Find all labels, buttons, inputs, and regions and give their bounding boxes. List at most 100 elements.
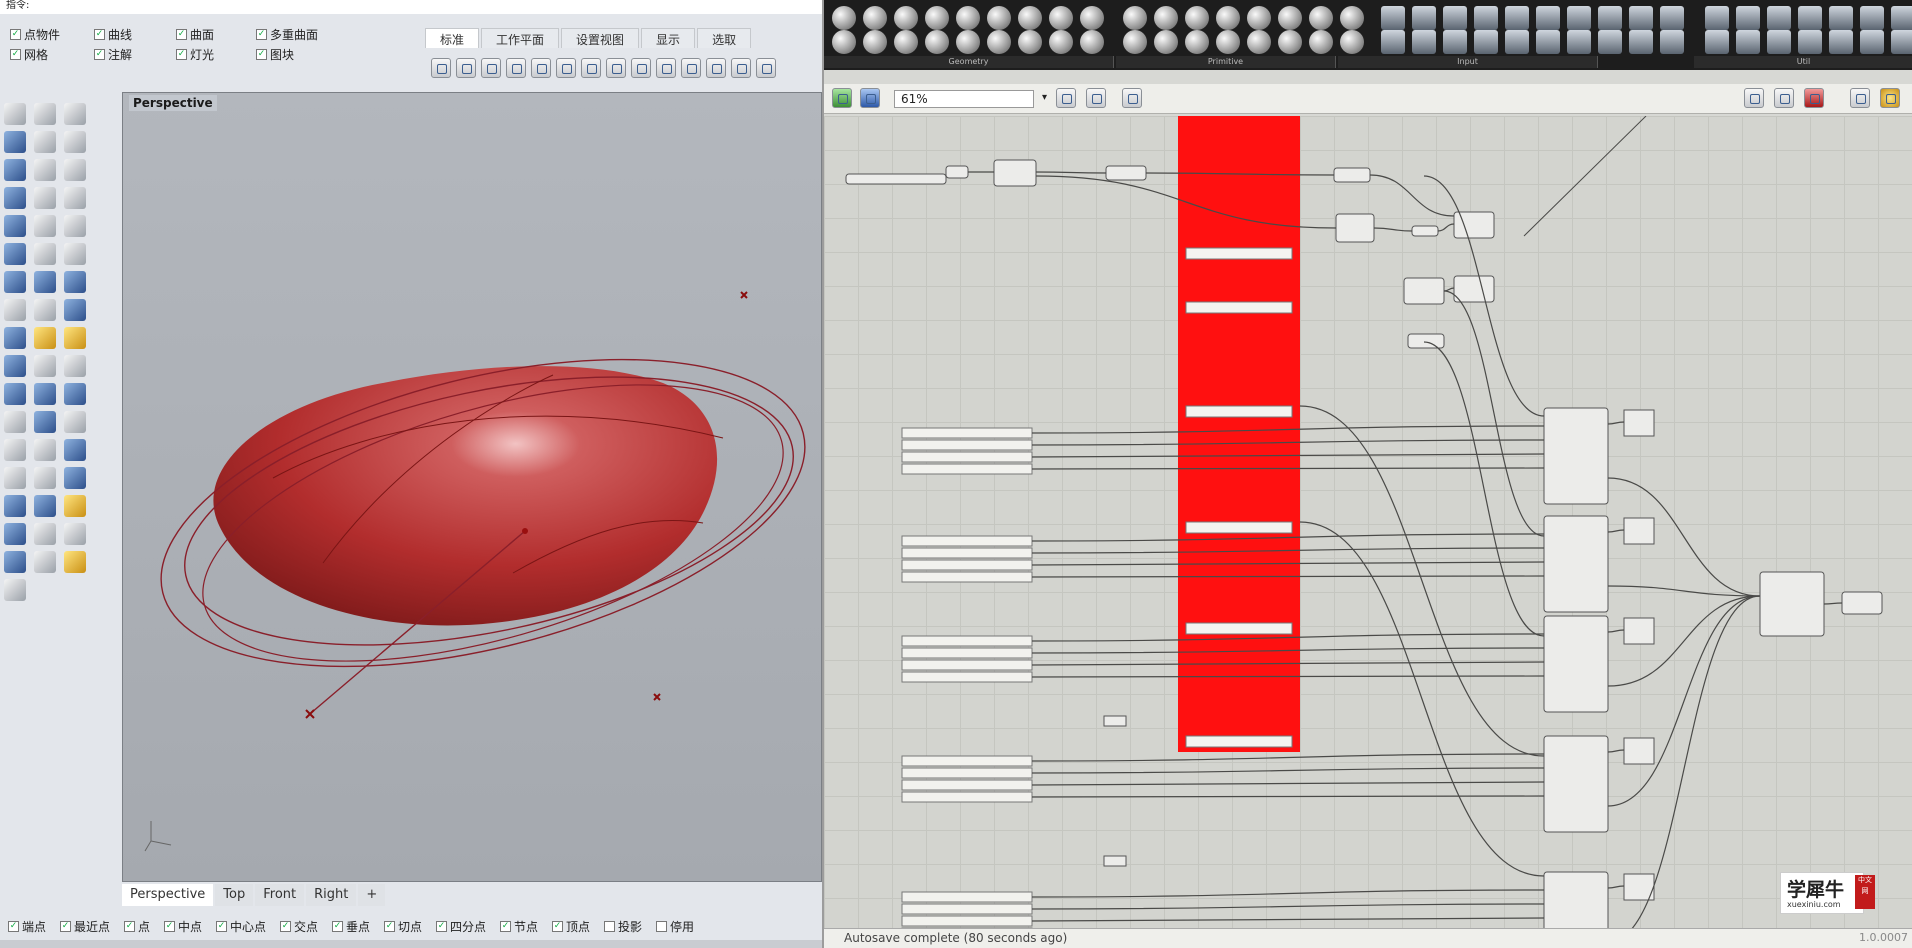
ribbon-component-icon[interactable] [1798,6,1822,30]
number-slider[interactable] [901,559,1033,571]
ribbon-component-icon[interactable] [1049,6,1073,30]
measure-icon[interactable] [64,495,86,517]
ribbon-component-icon[interactable] [925,6,949,30]
add-viewport-tab-icon[interactable]: + [358,884,386,906]
osnap-checkbox[interactable]: ✓ 四分点 [436,918,486,935]
sketch-brush-icon[interactable] [1122,88,1142,108]
ribbon-component-icon[interactable] [832,30,856,54]
dim-icon[interactable] [34,383,56,405]
ribbon-component-icon[interactable] [1412,30,1436,54]
tab-standard[interactable]: 标准 [425,28,480,48]
circle-center-icon[interactable] [64,159,86,181]
polygon-icon[interactable] [34,215,56,237]
circle-icon[interactable] [34,159,56,181]
ribbon-component-icon[interactable] [1629,30,1653,54]
box-component[interactable] [1543,515,1609,613]
value-panel[interactable] [1185,735,1293,748]
tab-display[interactable]: 显示 [641,28,696,48]
rebuild-icon[interactable] [64,439,86,461]
osnap-checkbox[interactable]: ✓ 中心点 [216,918,266,935]
box-component[interactable] [1543,735,1609,833]
box-component[interactable] [1543,615,1609,713]
value-panel[interactable] [1185,405,1293,418]
tab-perspective[interactable]: Perspective [122,884,214,906]
output-param[interactable] [1623,517,1655,545]
render-icon[interactable] [4,551,26,573]
ribbon-component-icon[interactable] [1891,30,1912,54]
properties-icon[interactable] [34,523,56,545]
ribbon-component-icon[interactable] [1705,6,1729,30]
chevron-down-icon[interactable]: ▾ [1042,92,1047,103]
ribbon-component-icon[interactable] [863,30,887,54]
perspective-viewport[interactable]: Perspective [122,92,822,882]
ribbon-component-icon[interactable] [1381,6,1405,30]
param-component[interactable] [1411,225,1439,237]
ribbon-component-icon[interactable] [1278,30,1302,54]
ribbon-component-icon[interactable] [894,30,918,54]
move-icon[interactable] [34,299,56,321]
project-icon[interactable] [4,523,26,545]
ribbon-component-icon[interactable] [1123,30,1147,54]
ribbon-component-icon[interactable] [1340,6,1364,30]
ribbon-component-icon[interactable] [925,30,949,54]
ribbon-component-icon[interactable] [1829,30,1853,54]
bake-icon[interactable] [1850,88,1870,108]
ribbon-component-icon[interactable] [1080,6,1104,30]
point-tool-icon[interactable] [4,103,26,125]
ribbon-component-icon[interactable] [1567,6,1591,30]
number-slider[interactable] [901,767,1033,779]
curve-icon[interactable] [64,131,86,153]
ellipse-icon[interactable] [34,243,56,265]
ribbon-component-icon[interactable] [1309,6,1333,30]
box-component[interactable] [1543,871,1609,928]
tab-cplanes[interactable]: 工作平面 [481,28,560,48]
ribbon-component-icon[interactable] [1443,6,1467,30]
open-file-icon[interactable] [832,88,852,108]
osnap-checkbox[interactable]: ✓ 顶点 [552,918,590,935]
number-slider[interactable] [901,571,1033,583]
ribbon-component-icon[interactable] [1505,6,1529,30]
ribbon-component-icon[interactable] [987,6,1011,30]
slider-component[interactable] [845,173,947,185]
output-param[interactable] [1623,617,1655,645]
surface-tool-icon[interactable] [4,159,26,181]
viewport-title[interactable]: Perspective [129,95,217,111]
ribbon-component-icon[interactable] [1412,6,1436,30]
param-component[interactable] [1103,715,1127,727]
param-component[interactable] [945,165,969,179]
ribbon-component-icon[interactable] [1767,30,1791,54]
offset-icon[interactable] [64,243,86,265]
number-slider[interactable] [901,463,1033,475]
ribbon-component-icon[interactable] [1123,6,1147,30]
new-file-icon[interactable] [431,58,451,78]
snap-icon[interactable] [34,439,56,461]
solid-box-icon[interactable] [4,243,26,265]
grasshopper-canvas[interactable] [824,116,1912,928]
filter-blocks[interactable]: ✓ 图块 [256,46,294,63]
ribbon-component-icon[interactable] [1829,6,1853,30]
extrude-icon[interactable] [4,215,26,237]
tab-top[interactable]: Top [215,884,254,906]
box-component[interactable] [1543,407,1609,505]
text-icon[interactable] [64,299,86,321]
arc-icon[interactable] [34,187,56,209]
filter-curves[interactable]: ✓ 曲线 [94,26,132,43]
tab-set-view[interactable]: 设置视图 [561,28,640,48]
ribbon-component-icon[interactable] [894,6,918,30]
display-mode-icon[interactable] [1744,88,1764,108]
value-panel[interactable] [1185,521,1293,534]
ribbon-component-icon[interactable] [1309,30,1333,54]
zoom-extents-icon[interactable] [756,58,776,78]
ribbon-component-icon[interactable] [1598,30,1622,54]
ribbon-component-icon[interactable] [1247,30,1271,54]
ribbon-component-icon[interactable] [956,6,980,30]
box-tool-icon[interactable] [4,131,26,153]
math-component[interactable] [1403,277,1445,305]
filter-polysurfaces[interactable]: ✓ 多重曲面 [256,26,318,43]
number-slider[interactable] [901,439,1033,451]
osnap-checkbox[interactable]: ✓ 中点 [164,918,202,935]
join-icon[interactable] [64,411,86,433]
trim-icon[interactable] [64,355,86,377]
control-point-2[interactable] [653,693,661,701]
ribbon-component-icon[interactable] [1736,6,1760,30]
